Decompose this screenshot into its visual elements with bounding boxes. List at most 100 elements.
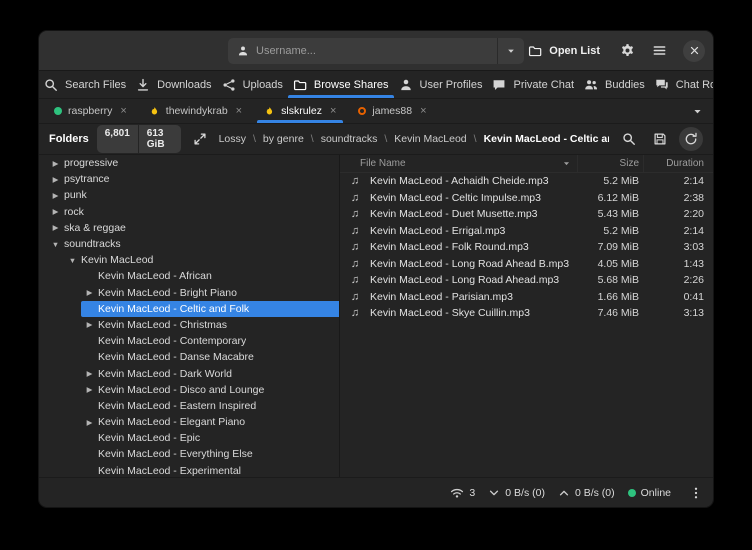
file-row[interactable]: ♫Kevin MacLeod - Errigal.mp35.2 MiB2:14: [340, 223, 713, 240]
username-dropdown-button[interactable]: [497, 38, 524, 64]
close-tab-icon[interactable]: ×: [420, 106, 426, 117]
collapse-arrow-icon[interactable]: ▼: [47, 240, 64, 249]
connection-status[interactable]: Online: [628, 487, 671, 499]
file-table-body: ♫Kevin MacLeod - Achaidh Cheide.mp35.2 M…: [340, 173, 713, 322]
breadcrumb-item[interactable]: by genre: [263, 133, 304, 145]
downloads-icon: [136, 78, 150, 92]
tree-item[interactable]: Kevin MacLeod - Eastern Inspired: [39, 398, 339, 414]
file-row[interactable]: ♫Kevin MacLeod - Long Road Ahead.mp35.68…: [340, 272, 713, 289]
statusbar: 3 0 B/s (0) 0 B/s (0) Online: [39, 477, 713, 507]
tree-item-label: Kevin MacLeod - Eastern Inspired: [98, 400, 256, 412]
expand-arrow-icon[interactable]: ▶: [47, 175, 64, 184]
open-list-label: Open List: [549, 45, 600, 57]
tree-item[interactable]: ▶Kevin MacLeod - Bright Piano: [39, 285, 339, 301]
tree-item[interactable]: ▶Kevin MacLeod - Disco and Lounge: [39, 382, 339, 398]
collapse-arrow-icon[interactable]: ▼: [64, 256, 81, 265]
breadcrumb-item[interactable]: Kevin MacLeod: [394, 133, 466, 145]
file-row[interactable]: ♫Kevin MacLeod - Folk Round.mp37.09 MiB3…: [340, 239, 713, 256]
expand-pane-button[interactable]: [189, 127, 210, 151]
close-tab-icon[interactable]: ×: [236, 106, 242, 117]
file-row[interactable]: ♫Kevin MacLeod - Parisian.mp31.66 MiB0:4…: [340, 289, 713, 306]
tree-item-label: Kevin MacLeod - Epic: [98, 432, 200, 444]
file-row[interactable]: ♫Kevin MacLeod - Celtic Impulse.mp36.12 …: [340, 190, 713, 207]
save-list-button[interactable]: [648, 127, 672, 151]
tab-private-chat[interactable]: Private Chat: [487, 71, 579, 98]
tab-search-files[interactable]: Search Files: [39, 71, 131, 98]
tab-uploads[interactable]: Uploads: [217, 71, 288, 98]
tree-item[interactable]: ▶Kevin MacLeod - Dark World: [39, 365, 339, 381]
breadcrumb-item[interactable]: soundtracks: [321, 133, 378, 145]
preferences-button[interactable]: [614, 37, 641, 64]
main-menu-button[interactable]: [646, 37, 673, 64]
column-header-file-name[interactable]: File Name: [340, 155, 577, 172]
statusbar-menu-button[interactable]: [684, 481, 708, 505]
tree-item[interactable]: Kevin MacLeod - African: [39, 268, 339, 284]
file-row[interactable]: ♫Kevin MacLeod - Long Road Ahead B.mp34.…: [340, 256, 713, 273]
tab-downloads[interactable]: Downloads: [131, 71, 216, 98]
file-row[interactable]: ♫Kevin MacLeod - Skye Cuillin.mp37.46 Mi…: [340, 305, 713, 322]
search-button[interactable]: [617, 127, 641, 151]
download-rate[interactable]: 0 B/s (0): [488, 487, 545, 499]
column-header-size[interactable]: Size: [577, 155, 643, 172]
tab-chat-rooms[interactable]: Chat Rooms: [650, 71, 714, 98]
tree-item[interactable]: ▶ska & reggae: [39, 220, 339, 236]
tree-item[interactable]: Kevin MacLeod - Celtic and Folk: [39, 301, 339, 317]
tab-user-profiles[interactable]: User Profiles: [394, 71, 488, 98]
download-arrow-icon: [488, 487, 500, 499]
expand-arrow-icon[interactable]: ▶: [81, 418, 98, 427]
share-size-badge: 613 GiB: [139, 125, 182, 153]
tree-item[interactable]: Kevin MacLeod - Contemporary: [39, 333, 339, 349]
file-row[interactable]: ♫Kevin MacLeod - Achaidh Cheide.mp35.2 M…: [340, 173, 713, 190]
username-entry[interactable]: [228, 38, 497, 64]
folder-tree: ▶progressive▶psytrance▶punk▶rock▶ska & r…: [39, 155, 340, 477]
tree-item[interactable]: Kevin MacLeod - Epic: [39, 430, 339, 446]
refresh-button[interactable]: [679, 127, 703, 151]
window-close-button[interactable]: [683, 40, 705, 62]
close-icon: [689, 45, 700, 56]
connections-indicator[interactable]: 3: [450, 486, 475, 500]
username-input[interactable]: [256, 45, 488, 57]
tree-item[interactable]: ▶punk: [39, 187, 339, 203]
open-list-button[interactable]: Open List: [519, 39, 609, 63]
tree-item[interactable]: Kevin MacLeod - Everything Else: [39, 446, 339, 462]
tab-buddies[interactable]: Buddies: [579, 71, 650, 98]
breadcrumb-item[interactable]: Kevin MacLeod - Celtic and Folk: [484, 133, 609, 145]
file-duration: 2:38: [643, 192, 713, 204]
tree-item[interactable]: ▶Kevin MacLeod - Christmas: [39, 317, 339, 333]
tab-overflow-button[interactable]: [686, 99, 709, 123]
tree-item[interactable]: ▼soundtracks: [39, 236, 339, 252]
expand-arrow-icon[interactable]: ▶: [81, 385, 98, 394]
user-tab-james88[interactable]: james88×: [347, 99, 437, 123]
expand-arrow-icon[interactable]: ▶: [47, 159, 64, 168]
breadcrumb-item[interactable]: Lossy: [219, 133, 246, 145]
tree-item[interactable]: ▼Kevin MacLeod: [39, 252, 339, 268]
close-tab-icon[interactable]: ×: [120, 106, 126, 117]
tree-indent: [39, 382, 81, 398]
tree-item-label: Kevin MacLeod - Disco and Lounge: [98, 384, 264, 396]
expand-arrow-icon[interactable]: ▶: [47, 223, 64, 232]
tree-item-label: Kevin MacLeod - African: [98, 270, 212, 282]
tree-item[interactable]: Kevin MacLeod - Experimental: [39, 463, 339, 477]
expand-arrow-icon[interactable]: ▶: [81, 288, 98, 297]
user-tab-thewindykrab[interactable]: thewindykrab×: [138, 99, 253, 123]
tree-item[interactable]: ▶progressive: [39, 155, 339, 171]
user-tab-raspberry[interactable]: raspberry×: [43, 99, 138, 123]
chevron-down-icon: [506, 46, 516, 56]
headerbar-actions: Open List: [519, 37, 705, 64]
tree-item[interactable]: ▶psytrance: [39, 171, 339, 187]
expand-arrow-icon[interactable]: ▶: [81, 320, 98, 329]
tab-browse-shares[interactable]: Browse Shares: [288, 71, 394, 98]
expand-arrow-icon[interactable]: ▶: [47, 191, 64, 200]
tree-item[interactable]: ▶Kevin MacLeod - Elegant Piano: [39, 414, 339, 430]
tree-item[interactable]: ▶rock: [39, 204, 339, 220]
username-combo: [228, 38, 524, 64]
tab-label: Search Files: [65, 79, 126, 91]
expand-arrow-icon[interactable]: ▶: [47, 207, 64, 216]
upload-rate[interactable]: 0 B/s (0): [558, 487, 615, 499]
column-header-duration[interactable]: Duration: [643, 155, 713, 172]
expand-arrow-icon[interactable]: ▶: [81, 369, 98, 378]
file-row[interactable]: ♫Kevin MacLeod - Duet Musette.mp35.43 Mi…: [340, 206, 713, 223]
tree-item[interactable]: Kevin MacLeod - Danse Macabre: [39, 349, 339, 365]
user-tab-slskrulez[interactable]: slskrulez×: [253, 99, 347, 123]
close-tab-icon[interactable]: ×: [330, 106, 336, 117]
